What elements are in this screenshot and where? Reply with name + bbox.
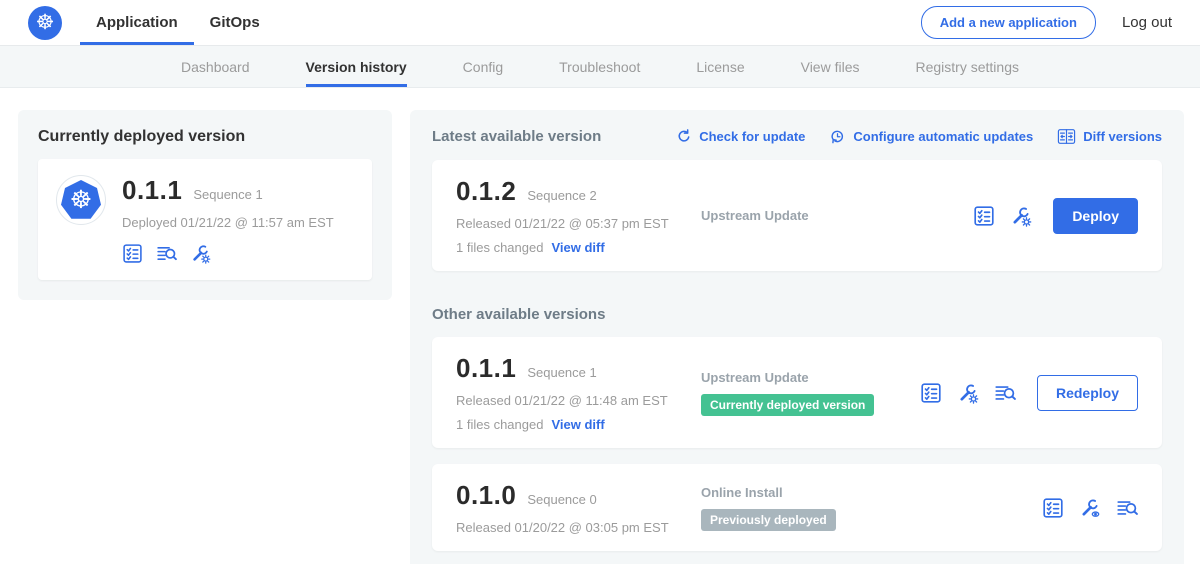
- released-timestamp: Released 01/20/22 @ 03:05 pm EST: [456, 520, 701, 535]
- top-tab-gitops[interactable]: GitOps: [194, 0, 276, 45]
- subnav-tab-view-files[interactable]: View files: [801, 46, 860, 87]
- subnav-tab-registry-settings[interactable]: Registry settings: [916, 46, 1019, 87]
- subnav-tab-config[interactable]: Config: [463, 46, 503, 87]
- currently-deployed-panel: Currently deployed version ☸ 0.1.1 Seque…: [18, 110, 392, 300]
- subnav-tab-dashboard[interactable]: Dashboard: [181, 46, 250, 87]
- sequence-label: Sequence 0: [527, 492, 596, 507]
- configure-automatic-updates-link[interactable]: Configure automatic updates: [829, 128, 1033, 145]
- checklist-icon[interactable]: [920, 382, 942, 404]
- top-tab-application-label: Application: [96, 14, 178, 31]
- sequence-label: Sequence 2: [527, 188, 596, 203]
- view-diff-link[interactable]: View diff: [551, 417, 604, 432]
- version-number: 0.1.0: [456, 480, 516, 511]
- version-source-label: Online Install: [701, 485, 783, 500]
- diff-versions-link[interactable]: Diff versions: [1057, 128, 1162, 145]
- wrench-gear-icon[interactable]: [190, 243, 211, 264]
- version-source-label: Upstream Update: [701, 208, 809, 223]
- app-subnav: Dashboard Version history Config Trouble…: [0, 46, 1200, 88]
- currently-deployed-badge: Currently deployed version: [701, 394, 874, 416]
- main-content: Currently deployed version ☸ 0.1.1 Seque…: [0, 88, 1200, 564]
- deploy-button[interactable]: Deploy: [1053, 198, 1138, 234]
- checklist-icon[interactable]: [1042, 497, 1064, 519]
- diff-columns-icon: [1057, 128, 1076, 145]
- subnav-tab-license[interactable]: License: [696, 46, 744, 87]
- wrench-eye-icon[interactable]: [1079, 497, 1101, 519]
- released-timestamp: Released 01/21/22 @ 05:37 pm EST: [456, 216, 701, 231]
- checklist-icon[interactable]: [973, 205, 995, 227]
- kubernetes-helm-icon: ☸: [28, 6, 62, 40]
- wrench-gear-icon[interactable]: [957, 382, 979, 404]
- view-diff-link[interactable]: View diff: [551, 240, 604, 255]
- deployed-version-number: 0.1.1: [122, 175, 182, 206]
- kubernetes-helm-icon: ☸: [61, 180, 101, 220]
- history-clock-icon: [829, 128, 846, 145]
- version-card-0-1-0: 0.1.0 Sequence 0 Released 01/20/22 @ 03:…: [432, 464, 1162, 551]
- files-changed-label: 1 files changed: [456, 417, 543, 432]
- previously-deployed-badge: Previously deployed: [701, 509, 836, 531]
- deployed-sequence-label: Sequence 1: [193, 187, 262, 202]
- sequence-label: Sequence 1: [527, 365, 596, 380]
- released-timestamp: Released 01/21/22 @ 11:48 am EST: [456, 393, 701, 408]
- lines-magnifier-icon[interactable]: [994, 382, 1016, 404]
- other-available-title: Other available versions: [432, 306, 1162, 323]
- subnav-tab-troubleshoot[interactable]: Troubleshoot: [559, 46, 640, 87]
- check-for-update-link[interactable]: Check for update: [675, 128, 805, 145]
- subnav-tab-version-history[interactable]: Version history: [306, 46, 407, 87]
- wrench-gear-icon[interactable]: [1010, 205, 1032, 227]
- log-out-link[interactable]: Log out: [1122, 14, 1172, 31]
- latest-available-title: Latest available version: [432, 128, 601, 145]
- files-changed-label: 1 files changed: [456, 240, 543, 255]
- lines-magnifier-icon[interactable]: [156, 243, 177, 264]
- app-logo: ☸: [56, 175, 106, 225]
- lines-magnifier-icon[interactable]: [1116, 497, 1138, 519]
- redeploy-button[interactable]: Redeploy: [1037, 375, 1138, 411]
- available-versions-panel: Latest available version Check for updat…: [410, 110, 1184, 564]
- deployed-timestamp: Deployed 01/21/22 @ 11:57 am EST: [122, 215, 334, 230]
- top-tab-gitops-label: GitOps: [210, 14, 260, 31]
- top-navigation-bar: ☸ Application GitOps Add a new applicati…: [0, 0, 1200, 46]
- version-card-0-1-2: 0.1.2 Sequence 2 Released 01/21/22 @ 05:…: [432, 160, 1162, 271]
- version-number: 0.1.1: [456, 353, 516, 384]
- version-card-0-1-1: 0.1.1 Sequence 1 Released 01/21/22 @ 11:…: [432, 337, 1162, 448]
- version-source-label: Upstream Update: [701, 370, 809, 385]
- deployed-version-card: ☸ 0.1.1 Sequence 1 Deployed 01/21/22 @ 1…: [38, 159, 372, 280]
- add-new-application-button[interactable]: Add a new application: [921, 6, 1096, 39]
- version-number: 0.1.2: [456, 176, 516, 207]
- refresh-icon: [675, 128, 692, 145]
- checklist-icon[interactable]: [122, 243, 143, 264]
- top-tab-application[interactable]: Application: [80, 0, 194, 45]
- currently-deployed-title: Currently deployed version: [38, 128, 372, 146]
